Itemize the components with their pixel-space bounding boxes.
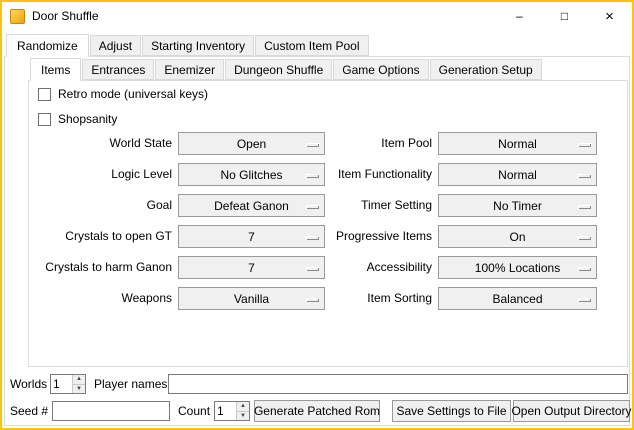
crystals-harm-ganon-label: Crystals to harm Ganon [26,256,172,279]
door-shuffle-window: Door Shuffle – □ × Randomize Adjust Star… [0,0,634,430]
goal-dropdown[interactable]: Defeat Ganon [178,194,325,217]
shopsanity-checkbox[interactable] [38,113,51,126]
count-spinbox[interactable]: ▲ ▼ [214,401,250,421]
tab-generation-setup[interactable]: Generation Setup [430,59,542,80]
close-icon: × [605,8,614,25]
maximize-button[interactable]: □ [542,2,587,30]
tab-dungeon-shuffle[interactable]: Dungeon Shuffle [225,59,332,80]
window-title: Door Shuffle [32,9,99,23]
tab-game-options[interactable]: Game Options [333,59,428,80]
count-spin-up-icon[interactable]: ▲ [237,402,249,412]
crystals-open-gt-value: 7 [248,230,255,244]
item-functionality-value: Normal [498,168,537,182]
generate-rom-button[interactable]: Generate Patched Rom [254,400,380,422]
worlds-spin-down-icon[interactable]: ▼ [73,385,85,394]
player-names-input[interactable] [168,374,628,394]
logic-level-dropdown[interactable]: No Glitches [178,163,325,186]
item-functionality-dropdown[interactable]: Normal [438,163,597,186]
progressive-items-label: Progressive Items [318,225,432,248]
count-spin-down-icon[interactable]: ▼ [237,412,249,421]
goal-value: Defeat Ganon [214,199,289,213]
outer-tabbar: Randomize Adjust Starting Inventory Cust… [6,35,370,56]
window-controls: – □ × [497,2,632,30]
item-sorting-dropdown[interactable]: Balanced [438,287,597,310]
dropdown-indicator-icon [578,205,591,209]
count-spin-arrows: ▲ ▼ [236,402,249,420]
world-state-value: Open [237,137,266,151]
open-output-button[interactable]: Open Output Directory [513,400,630,422]
crystals-open-gt-label: Crystals to open GT [26,225,172,248]
worlds-spin-up-icon[interactable]: ▲ [73,375,85,385]
weapons-label: Weapons [26,287,172,310]
tab-entrances[interactable]: Entrances [82,59,154,80]
dropdown-indicator-icon [578,174,591,178]
shopsanity-checkbox-row: Shopsanity [38,112,117,126]
accessibility-dropdown[interactable]: 100% Locations [438,256,597,279]
goal-label: Goal [26,194,172,217]
world-state-dropdown[interactable]: Open [178,132,325,155]
tab-items[interactable]: Items [30,58,81,81]
weapons-value: Vanilla [234,292,269,306]
timer-setting-value: No Timer [493,199,542,213]
seed-label: Seed # [10,401,48,421]
retro-mode-checkbox-row: Retro mode (universal keys) [38,87,208,101]
worlds-spin-input[interactable] [51,375,72,393]
worlds-spin-arrows: ▲ ▼ [72,375,85,393]
item-pool-dropdown[interactable]: Normal [438,132,597,155]
save-settings-button[interactable]: Save Settings to File [392,400,511,422]
timer-setting-label: Timer Setting [318,194,432,217]
weapons-dropdown[interactable]: Vanilla [178,287,325,310]
item-sorting-label: Item Sorting [318,287,432,310]
retro-mode-checkbox[interactable] [38,88,51,101]
crystals-harm-ganon-dropdown[interactable]: 7 [178,256,325,279]
minimize-button[interactable]: – [497,2,542,30]
count-spin-input[interactable] [215,402,236,420]
maximize-icon: □ [561,9,568,23]
worlds-label: Worlds [10,374,47,394]
accessibility-value: 100% Locations [475,261,560,275]
retro-mode-label: Retro mode (universal keys) [58,87,208,101]
item-pool-value: Normal [498,137,537,151]
logic-level-label: Logic Level [26,163,172,186]
world-state-label: World State [26,132,172,155]
worlds-spinbox[interactable]: ▲ ▼ [50,374,86,394]
tab-enemizer[interactable]: Enemizer [155,59,224,80]
minimize-icon: – [516,9,523,23]
progressive-items-value: On [509,230,525,244]
player-names-label: Player names [94,374,167,394]
item-functionality-label: Item Functionality [318,163,432,186]
dropdown-indicator-icon [578,143,591,147]
item-sorting-value: Balanced [492,292,542,306]
crystals-harm-ganon-value: 7 [248,261,255,275]
tab-starting-inventory[interactable]: Starting Inventory [142,35,254,56]
tab-custom-item-pool[interactable]: Custom Item Pool [255,35,368,56]
progressive-items-dropdown[interactable]: On [438,225,597,248]
titlebar: Door Shuffle – □ × [2,2,632,30]
dropdown-indicator-icon [578,298,591,302]
shopsanity-label: Shopsanity [58,112,117,126]
timer-setting-dropdown[interactable]: No Timer [438,194,597,217]
close-button[interactable]: × [587,2,632,30]
count-label: Count [178,401,210,421]
dropdown-indicator-icon [578,236,591,240]
items-pane [28,80,628,367]
app-icon [10,9,25,24]
crystals-open-gt-dropdown[interactable]: 7 [178,225,325,248]
item-pool-label: Item Pool [318,132,432,155]
dropdown-indicator-icon [578,267,591,271]
accessibility-label: Accessibility [318,256,432,279]
tab-adjust[interactable]: Adjust [90,35,141,56]
logic-level-value: No Glitches [220,168,282,182]
tab-randomize[interactable]: Randomize [6,34,89,57]
seed-input[interactable] [52,401,170,421]
inner-tabbar: Items Entrances Enemizer Dungeon Shuffle… [30,59,543,80]
